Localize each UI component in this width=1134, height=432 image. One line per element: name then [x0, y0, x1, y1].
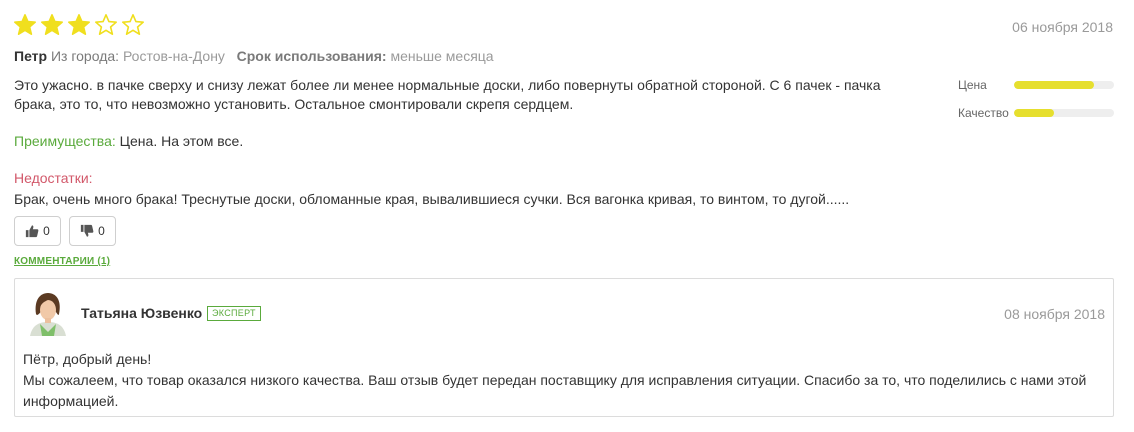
thumbs-down-icon	[81, 224, 94, 237]
thumbs-up-icon	[26, 225, 39, 238]
comments-link[interactable]: КОММЕНТАРИИ (1)	[14, 256, 110, 267]
vote-buttons: 0 0	[14, 216, 116, 246]
ratings-panel: Цена Качество	[958, 74, 1118, 130]
star-filled-icon	[41, 14, 63, 35]
usage-value: меньше месяца	[390, 48, 494, 64]
like-count: 0	[43, 224, 50, 238]
city-label: Из города:	[50, 48, 120, 64]
rating-fill-price	[1014, 81, 1094, 89]
star-rating	[13, 13, 145, 37]
star-empty-icon	[122, 14, 144, 35]
city-value: Ростов-на-Дону	[122, 48, 225, 64]
avatar	[24, 288, 72, 336]
pros-section: Преимущества: Цена. На этом все.	[14, 133, 243, 149]
cons-label: Недостатки:	[14, 170, 93, 186]
review-date: 06 ноября 2018	[1012, 19, 1113, 35]
rating-bar-price	[1014, 81, 1114, 89]
star-empty-icon	[95, 14, 117, 35]
rating-label-price: Цена	[958, 78, 987, 92]
pros-label: Преимущества:	[14, 133, 116, 149]
rating-bar-quality	[1014, 109, 1114, 117]
usage-label: Срок использования:	[236, 48, 387, 64]
rating-row-price: Цена	[958, 74, 1118, 96]
reply-text: Пётр, добрый день! Мы сожалеем, что това…	[23, 349, 1103, 412]
star-filled-icon	[68, 14, 90, 35]
rating-row-quality: Качество	[958, 102, 1118, 124]
pros-text: Цена. На этом все.	[119, 133, 244, 149]
reply-date: 08 ноября 2018	[1004, 306, 1105, 322]
reply-body: Мы сожалеем, что товар оказался низкого …	[23, 372, 1087, 409]
dislike-count: 0	[98, 224, 105, 238]
star-filled-icon	[14, 14, 36, 35]
cons-text: Брак, очень много брака! Треснутые доски…	[14, 191, 850, 207]
rating-fill-quality	[1014, 109, 1054, 117]
dislike-button[interactable]: 0	[69, 216, 116, 246]
expert-badge: ЭКСПЕРТ	[207, 306, 261, 321]
reply-card: Татьяна Юзвенко ЭКСПЕРТ 08 ноября 2018 П…	[14, 278, 1114, 417]
like-button[interactable]: 0	[14, 216, 61, 246]
rating-label-quality: Качество	[958, 106, 1009, 120]
review-text: Это ужасно. в пачке сверху и снизу лежат…	[14, 77, 881, 112]
reply-author: Татьяна Юзвенко	[81, 305, 203, 321]
review-meta: Петр Из города: Ростов-на-Дону Срок испо…	[14, 48, 494, 64]
review-author: Петр	[14, 48, 48, 64]
reply-greeting: Пётр, добрый день!	[23, 351, 152, 367]
